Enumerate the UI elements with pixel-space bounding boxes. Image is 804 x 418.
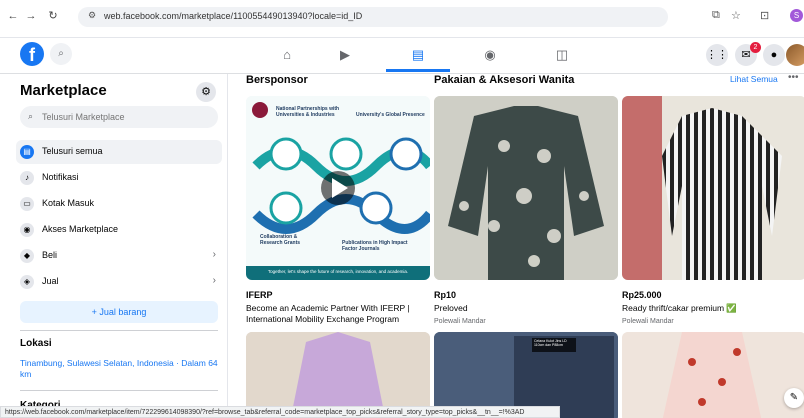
menu-grid-icon[interactable]: ⋮⋮: [706, 44, 728, 66]
ad-image-text-top: National Partnerships with Universities …: [276, 106, 340, 118]
ad-brand[interactable]: IFERP: [246, 290, 273, 300]
more-options-icon[interactable]: •••: [788, 74, 799, 83]
marketplace-icon[interactable]: ▤: [386, 40, 450, 72]
listing-price[interactable]: Rp10: [434, 290, 456, 300]
listing-title[interactable]: Preloved: [434, 303, 620, 314]
status-bar-url: https://web.facebook.com/marketplace/ite…: [0, 406, 560, 418]
badge-icon: ◉: [20, 223, 34, 237]
gaming-icon[interactable]: ◫: [530, 40, 594, 72]
address-bar[interactable]: ⚙ web.facebook.com/marketplace/110055449…: [78, 7, 668, 27]
messenger-badge: 2: [750, 42, 761, 53]
sponsored-heading: Bersponsor: [246, 74, 308, 86]
extensions-icon[interactable]: ⊡: [760, 9, 769, 22]
listing-image[interactable]: [434, 96, 618, 280]
forward-icon[interactable]: →: [24, 9, 38, 23]
storefront-icon: ▤: [20, 145, 34, 159]
video-icon[interactable]: ▶: [313, 40, 377, 72]
compose-icon[interactable]: ✎: [784, 388, 804, 408]
marketplace-sidebar: Marketplace ⚙ ⌕ ▤ Telusuri semua ♪ Notif…: [0, 74, 228, 418]
ad-image[interactable]: National Partnerships with Universities …: [246, 96, 430, 280]
search-icon[interactable]: ⌕: [50, 43, 72, 65]
facebook-logo[interactable]: f: [20, 42, 44, 66]
listing-price[interactable]: Rp25.000: [622, 290, 662, 300]
sell-item-button[interactable]: + Jual barang: [20, 301, 218, 323]
chevron-right-icon: ›: [212, 275, 216, 286]
sidebar-item-label: Beli: [42, 250, 58, 260]
groups-icon[interactable]: ◉: [458, 40, 522, 72]
profile-avatar[interactable]: [786, 44, 804, 66]
sidebar-item-akses-marketplace[interactable]: ◉ Akses Marketplace: [16, 218, 222, 242]
location-link[interactable]: Tinambung, Sulawesi Selatan, Indonesia ·…: [20, 358, 224, 380]
ad-infographic: [246, 96, 430, 280]
cast-icon[interactable]: ⧉: [712, 9, 720, 22]
search-icon: ⌕: [28, 111, 34, 121]
ad-text[interactable]: Become an Academic Partner With IFERP | …: [246, 303, 432, 325]
bell-icon: ♪: [20, 171, 34, 185]
sidebar-item-label: Notifikasi: [42, 172, 79, 182]
listing-location: Polewali Mandar: [622, 318, 674, 325]
sidebar-item-label: Akses Marketplace: [42, 224, 119, 234]
striped-shirt-photo: [622, 96, 804, 280]
sidebar-item-telusuri-semua[interactable]: ▤ Telusuri semua: [16, 140, 222, 164]
shirt-photo: [434, 96, 618, 280]
ad-image-text-bottom: Publications in High Impact Factor Journ…: [342, 240, 408, 252]
inbox-icon: ▭: [20, 197, 34, 211]
listing-location: Polewali Mandar: [434, 318, 486, 325]
search-input[interactable]: [42, 109, 212, 125]
shopping-bag-icon: ◆: [20, 249, 34, 263]
tag-icon: ◈: [20, 275, 34, 289]
sidebar-item-beli[interactable]: ◆ Beli ›: [16, 244, 222, 268]
browser-chrome: ← → ↻ ⚙ web.facebook.com/marketplace/110…: [0, 0, 804, 38]
floral-dress-photo: [622, 332, 804, 418]
home-icon[interactable]: ⌂: [255, 40, 319, 72]
ad-image-text-right: University's Global Presence: [356, 112, 425, 118]
section-heading: Pakaian & Aksesori Wanita: [434, 74, 575, 86]
reload-icon[interactable]: ↻: [46, 9, 60, 23]
sidebar-item-label: Telusuri semua: [42, 146, 103, 156]
sidebar-item-notifikasi[interactable]: ♪ Notifikasi: [16, 166, 222, 190]
see-all-link[interactable]: Lihat Semua: [730, 74, 778, 84]
facebook-topbar: f ⌕ ⌂ ▶ ▤ ◉ ◫ ⋮⋮ ✉ 2 ●: [0, 38, 804, 74]
marketplace-feed: Bersponsor Pakaian & Aksesori Wanita Lih…: [228, 74, 804, 418]
back-icon[interactable]: ←: [6, 9, 20, 23]
listing-image[interactable]: [622, 96, 804, 280]
sidebar-item-label: Jual: [42, 276, 59, 286]
location-heading: Lokasi: [20, 338, 52, 349]
gear-icon[interactable]: ⚙: [196, 82, 216, 102]
divider: [20, 390, 218, 391]
listing-image[interactable]: [622, 332, 804, 418]
notifications-icon[interactable]: ●: [763, 44, 785, 66]
ad-image-footer: Together, let's shape the future of rese…: [267, 269, 409, 274]
site-info-icon[interactable]: ⚙: [88, 10, 96, 21]
browser-profile-avatar[interactable]: S: [790, 9, 803, 22]
marketplace-search[interactable]: ⌕: [20, 106, 218, 128]
sidebar-item-kotak-masuk[interactable]: ▭ Kotak Masuk: [16, 192, 222, 216]
bookmark-star-icon[interactable]: ☆: [731, 9, 741, 22]
divider: [20, 330, 218, 331]
ad-image-text-left: Collaboration & Research Grants: [260, 234, 301, 246]
sidebar-title: Marketplace: [20, 82, 107, 99]
listing-image-caption: Celana Kulot Jins LD 110cm dan P88cm: [534, 339, 567, 347]
url-text: web.facebook.com/marketplace/11005544901…: [104, 11, 363, 21]
sidebar-item-label: Kotak Masuk: [42, 198, 95, 208]
chevron-right-icon: ›: [212, 249, 216, 260]
listing-title[interactable]: Ready thrift/cakar premium ✅: [622, 303, 804, 314]
sidebar-item-jual[interactable]: ◈ Jual ›: [16, 270, 222, 294]
